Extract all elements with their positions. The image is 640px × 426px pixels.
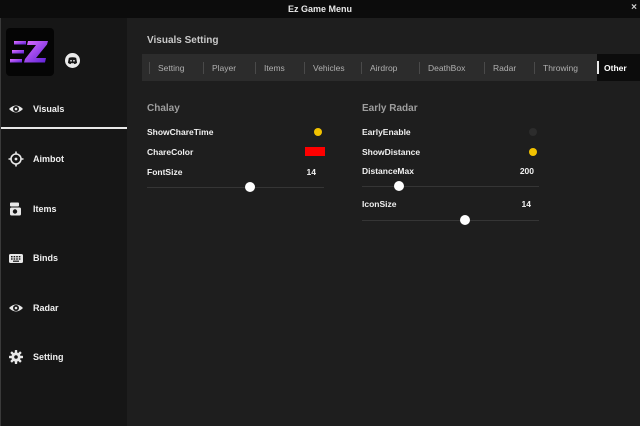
sidebar-item-items[interactable]: Items (1, 196, 127, 222)
distance-max-label: DistanceMax (362, 166, 414, 176)
eye-icon (8, 101, 24, 117)
distance-max-slider-track[interactable] (362, 186, 539, 187)
sidebar-item-label: Items (33, 204, 57, 214)
eye-icon (8, 300, 24, 316)
tab-label: Airdrop (370, 62, 398, 73)
tab-player[interactable]: Player (203, 54, 236, 81)
show-distance-toggle[interactable] (529, 148, 537, 156)
show-distance-label: ShowDistance (362, 147, 421, 157)
keyboard-icon (8, 250, 24, 266)
crosshair-icon (8, 151, 24, 167)
show-chare-time-label: ShowChareTime (147, 127, 214, 137)
tab-label: Throwing (543, 62, 578, 73)
group-title-early-radar: Early Radar (362, 103, 418, 114)
tab-items[interactable]: Items (255, 54, 285, 81)
tab-vehicles[interactable]: Vehicles (304, 54, 345, 81)
items-icon (8, 201, 24, 217)
early-enable-toggle[interactable] (529, 128, 537, 136)
font-size-value: 14 (306, 167, 316, 177)
chare-color-swatch[interactable] (305, 147, 325, 156)
tab-airdrop[interactable]: Airdrop (361, 54, 397, 81)
sidebar-item-visuals[interactable]: Visuals (1, 96, 127, 129)
tab-label: Player (212, 62, 237, 73)
chare-color-label: ChareColor (147, 147, 194, 157)
tab-label: Items (264, 62, 285, 73)
tab-label: Radar (493, 62, 517, 73)
group-title-chalay: Chalay (147, 103, 180, 114)
tab-deathbox[interactable]: DeathBox (419, 54, 465, 81)
distance-max-slider-thumb[interactable] (394, 181, 405, 191)
title-bar: Ez Game Menu × (0, 0, 640, 18)
sidebar-item-label: Radar (33, 303, 59, 313)
sidebar-item-radar[interactable]: Radar (1, 295, 127, 321)
font-size-label: FontSize (147, 167, 183, 177)
close-icon[interactable]: × (631, 2, 637, 13)
tab-setting[interactable]: Setting (149, 54, 184, 81)
sidebar-item-label: Setting (33, 352, 64, 362)
page-title: Visuals Setting (147, 35, 219, 46)
sidebar-item-label: Visuals (33, 104, 65, 114)
icon-size-slider-thumb[interactable] (459, 215, 470, 225)
sidebar-item-aimbot[interactable]: Aimbot (1, 146, 127, 172)
icon-size-slider-track[interactable] (362, 220, 539, 221)
sidebar: Visuals Aimbot Items Binds Radar Setting (1, 18, 127, 426)
sidebar-item-label: Aimbot (33, 154, 64, 164)
distance-max-value: 200 (519, 166, 534, 176)
tab-other[interactable]: Other (597, 54, 640, 81)
font-size-slider-thumb[interactable] (244, 182, 255, 192)
gear-icon (8, 349, 24, 365)
tab-label: Vehicles (313, 62, 345, 73)
icon-size-value: 14 (521, 199, 531, 209)
ez-logo-icon (6, 28, 54, 76)
show-chare-time-toggle[interactable] (314, 128, 322, 136)
tab-bar: Setting Player Items Vehicles Airdrop De… (142, 54, 640, 81)
tab-radar[interactable]: Radar (484, 54, 516, 81)
sidebar-item-setting[interactable]: Setting (1, 344, 127, 370)
font-size-slider-track[interactable] (147, 187, 324, 188)
discord-icon[interactable] (65, 53, 80, 68)
icon-size-label: IconSize (362, 199, 397, 209)
sidebar-item-binds[interactable]: Binds (1, 245, 127, 271)
sidebar-item-label: Binds (33, 253, 59, 263)
tab-label: Other (604, 62, 627, 73)
tab-label: Setting (158, 62, 185, 73)
main-panel: Visuals Setting Setting Player Items Veh… (128, 18, 640, 426)
window-title: Ez Game Menu (287, 4, 352, 14)
tab-throwing[interactable]: Throwing (534, 54, 578, 81)
early-enable-label: EarlyEnable (362, 127, 411, 137)
tab-label: DeathBox (428, 62, 466, 73)
